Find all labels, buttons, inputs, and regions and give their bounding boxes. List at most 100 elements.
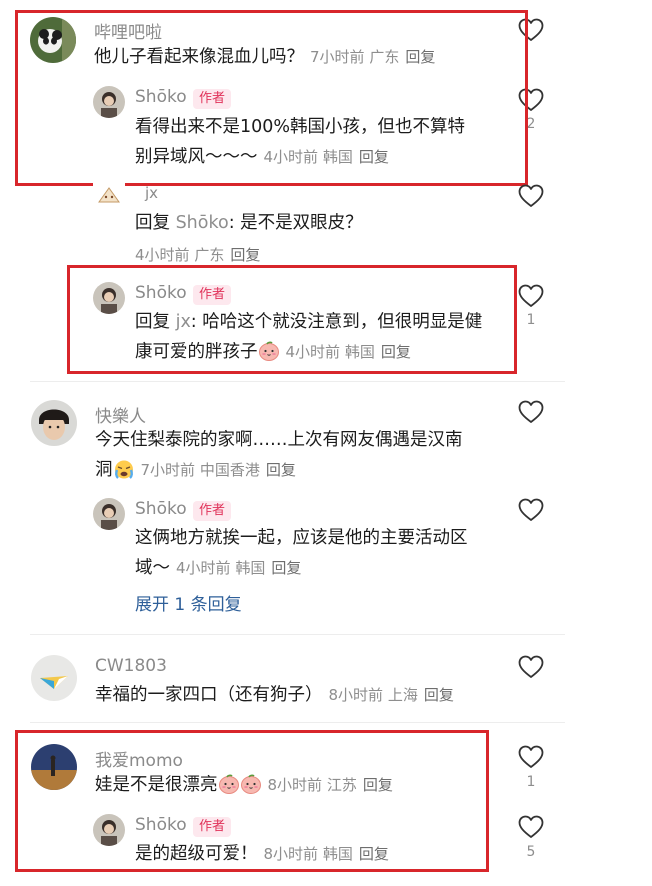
comment-meta: 7小时前 广东 回复 [310, 48, 435, 66]
reply-text: 回复 jx: 哈哈这个就没注意到，但很明显是健 康可爱的胖孩子 4小时前 韩国 回复 [135, 307, 505, 367]
comment-location: 江苏 [326, 776, 357, 794]
comment-body: 幸福的一家四口（还有狗子） [95, 685, 323, 705]
author-badge: 作者 [193, 501, 232, 521]
crying-face-emoji-icon [113, 459, 135, 479]
like-heart-icon[interactable] [518, 498, 544, 522]
like-heart-icon[interactable] [518, 88, 544, 112]
mention-link[interactable]: jx [176, 312, 191, 332]
reply-body: 是的超级可爱！ [135, 844, 258, 864]
avatar[interactable] [93, 182, 125, 208]
comment-text: 娃是不是很漂亮 8小时前 江苏 回复 [95, 770, 393, 800]
reply-username[interactable]: Shōko [135, 283, 187, 303]
like-heart-icon[interactable] [518, 18, 544, 42]
author-avatar[interactable] [93, 282, 125, 314]
like-count: 5 [526, 844, 536, 860]
reply-meta: 4小时前 广东 回复 [135, 244, 260, 265]
avatar[interactable] [31, 400, 77, 446]
comment-meta: 8小时前 江苏 回复 [268, 776, 393, 794]
like-count: 2 [526, 116, 536, 132]
reply-time: 4小时前 [285, 343, 341, 361]
comment-body: 娃是不是很漂亮 [95, 775, 218, 795]
comment-time: 8小时前 [328, 686, 384, 704]
author-avatar[interactable] [93, 86, 125, 118]
like-heart-icon[interactable] [518, 745, 544, 769]
avatar-image [31, 655, 77, 701]
comment-username[interactable]: 快樂人 [95, 402, 146, 427]
comment-username[interactable]: 我爱momo [95, 746, 183, 771]
comment-meta: 8小时前 上海 回复 [329, 686, 454, 704]
comment-username[interactable]: 哔哩吧啦 [94, 18, 162, 43]
reply-location: 广东 [194, 246, 225, 264]
reply-body-line1: : 哈哈这个就没注意到，但很明显是健 [190, 312, 483, 332]
reply-button[interactable]: 回复 [405, 48, 435, 66]
reply-meta: 4小时前 韩国 回复 [176, 559, 301, 577]
avatar-image [93, 498, 125, 530]
peach-face-emoji-icon [258, 341, 280, 361]
expand-replies-button[interactable]: 展开 1 条回复 [135, 590, 242, 615]
reply-button[interactable]: 回复 [359, 148, 389, 166]
reply-text: 这俩地方就挨一起，应该是他的主要活动区 域～ 4小时前 韩国 回复 [135, 523, 515, 583]
reply-time: 4小时前 [263, 148, 319, 166]
avatar-image [31, 400, 77, 446]
reply-button[interactable]: 回复 [230, 246, 260, 264]
avatar-image [31, 744, 77, 790]
reply-meta: 4小时前 韩国 回复 [264, 148, 389, 166]
reply-username[interactable]: Shōko [135, 815, 187, 835]
comment-time: 8小时前 [267, 776, 323, 794]
author-badge: 作者 [193, 285, 232, 305]
reply-button[interactable]: 回复 [381, 343, 411, 361]
comment-meta: 7小时前 中国香港 回复 [141, 461, 296, 479]
reply-button[interactable]: 回复 [424, 686, 454, 704]
reply-button[interactable]: 回复 [363, 776, 393, 794]
like-count: 1 [526, 774, 536, 790]
comment-text: 幸福的一家四口（还有狗子） 8小时前 上海 回复 [95, 680, 454, 710]
reply-body-line2: 别异域风～～～ [135, 147, 258, 167]
like-heart-icon[interactable] [518, 655, 544, 679]
comment-location: 广东 [369, 48, 400, 66]
reply-prefix: 回复 [135, 213, 170, 233]
avatar-image [93, 814, 125, 846]
reply-location: 韩国 [344, 343, 375, 361]
reply-button[interactable]: 回复 [271, 559, 301, 577]
comment-text: 他儿子看起来像混血儿吗？ 7小时前 广东 回复 [94, 42, 435, 72]
divider [30, 381, 565, 382]
comment-username[interactable]: CW1803 [95, 656, 167, 676]
author-badge: 作者 [193, 89, 232, 109]
like-heart-icon[interactable] [518, 184, 544, 208]
like-heart-icon[interactable] [518, 400, 544, 424]
author-avatar[interactable] [93, 814, 125, 846]
comment-body-line1: 今天住梨泰院的家啊……上次有网友偶遇是汉南 [95, 430, 463, 450]
avatar[interactable] [30, 17, 76, 63]
like-heart-icon[interactable] [518, 815, 544, 839]
reply-time: 4小时前 [135, 246, 190, 264]
peach-face-emoji-icon [240, 774, 262, 794]
reply-time: 4小时前 [176, 559, 231, 577]
comment-time: 7小时前 [310, 48, 365, 66]
reply-location: 韩国 [322, 148, 353, 166]
author-badge: 作者 [193, 817, 232, 837]
like-count: 1 [526, 312, 536, 328]
reply-meta: 8小时前 韩国 回复 [264, 845, 389, 863]
avatar-image [93, 182, 125, 208]
comment-time: 7小时前 [140, 461, 196, 479]
avatar[interactable] [31, 744, 77, 790]
avatar-image [93, 282, 125, 314]
reply-body-line1: 看得出来不是100%韩国小孩，但也不算特 [135, 117, 466, 137]
reply-body-line1: 这俩地方就挨一起，应该是他的主要活动区 [135, 528, 468, 548]
comment-text: 今天住梨泰院的家啊……上次有网友偶遇是汉南 洞 7小时前 中国香港 回复 [95, 425, 515, 485]
reply-text: 是的超级可爱！ 8小时前 韩国 回复 [135, 839, 389, 869]
reply-time: 8小时前 [263, 845, 319, 863]
reply-username[interactable]: jx [145, 184, 158, 202]
comment-location: 上海 [387, 686, 418, 704]
reply-username[interactable]: Shōko [135, 87, 187, 107]
reply-button[interactable]: 回复 [359, 845, 389, 863]
reply-body-line2: 域～ [135, 558, 170, 578]
reply-body: : 是不是双眼皮？ [228, 213, 363, 233]
peach-face-emoji-icon [218, 774, 240, 794]
reply-username[interactable]: Shōko [135, 499, 187, 519]
like-heart-icon[interactable] [518, 284, 544, 308]
avatar[interactable] [31, 655, 77, 701]
author-avatar[interactable] [93, 498, 125, 530]
mention-link[interactable]: Shōko [176, 213, 229, 233]
reply-button[interactable]: 回复 [266, 461, 296, 479]
